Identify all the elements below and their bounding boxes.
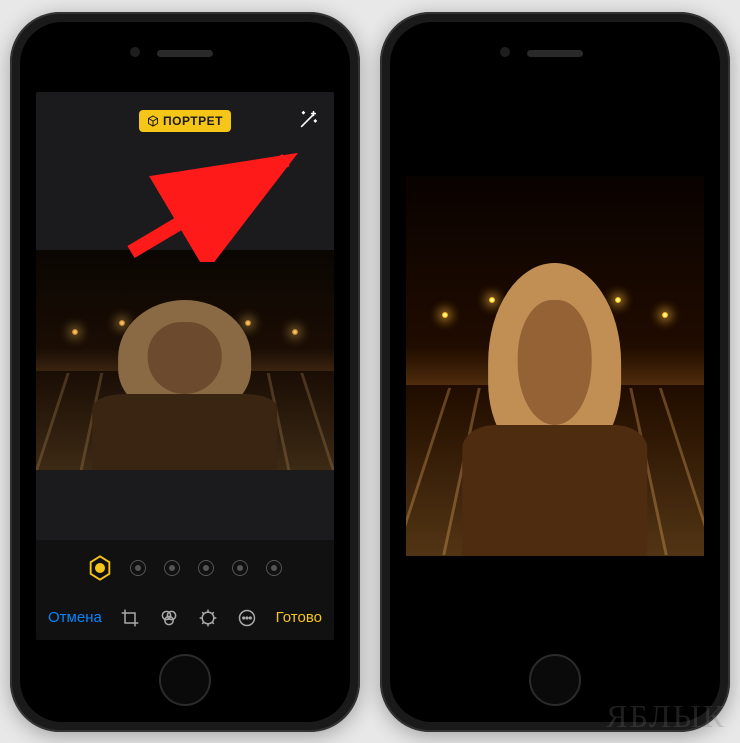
lighting-option[interactable] (161, 557, 183, 579)
speaker-slot (157, 50, 213, 57)
photo-full (406, 176, 704, 556)
phone-body (390, 22, 720, 722)
home-button[interactable] (159, 654, 211, 706)
editor-toolbar: Отмена (36, 596, 334, 640)
magic-wand-icon (297, 109, 319, 131)
photo-viewer[interactable] (406, 92, 704, 640)
phone-body: ПОРТРЕТ (20, 22, 350, 722)
lighting-option[interactable] (195, 557, 217, 579)
magic-wand-button[interactable] (294, 106, 322, 134)
photo-preview[interactable] (36, 250, 334, 470)
crop-tool[interactable] (114, 601, 147, 635)
lighting-option[interactable] (127, 557, 149, 579)
front-camera (500, 47, 510, 57)
phone-right (380, 12, 730, 732)
lighting-options-row (36, 540, 334, 596)
filters-tool[interactable] (153, 601, 186, 635)
screen-viewer (406, 92, 704, 640)
home-button[interactable] (529, 654, 581, 706)
front-camera (130, 47, 140, 57)
editor-canvas (36, 150, 334, 540)
portrait-badge[interactable]: ПОРТРЕТ (139, 110, 231, 132)
lighting-option[interactable] (229, 557, 251, 579)
filters-icon (159, 608, 179, 628)
editor-controls: Отмена (36, 540, 334, 640)
adjust-tool[interactable] (192, 601, 225, 635)
phone-left: ПОРТРЕТ (10, 12, 360, 732)
cancel-button[interactable]: Отмена (48, 609, 102, 626)
adjust-icon (198, 608, 218, 628)
lighting-option[interactable] (263, 557, 285, 579)
crop-icon (120, 608, 140, 628)
more-tool[interactable] (231, 601, 264, 635)
portrait-badge-label: ПОРТРЕТ (163, 114, 223, 128)
hexagon-icon (86, 554, 114, 582)
done-button[interactable]: Готово (276, 609, 322, 626)
speaker-slot (527, 50, 583, 57)
lighting-option-active[interactable] (85, 553, 115, 583)
cube-icon (147, 115, 159, 127)
editor-header: ПОРТРЕТ (36, 92, 334, 150)
screen-editor: ПОРТРЕТ (36, 92, 334, 640)
more-icon (237, 608, 257, 628)
